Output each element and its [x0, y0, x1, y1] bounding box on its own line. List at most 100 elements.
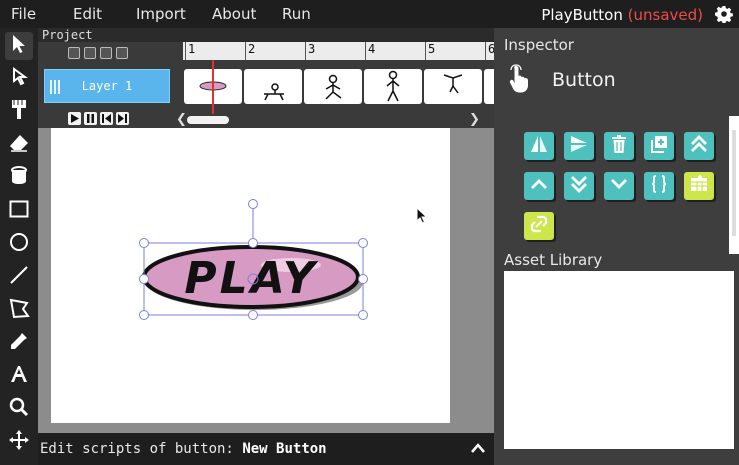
layer-tools	[68, 47, 128, 61]
pan-tool[interactable]	[5, 428, 33, 456]
stage[interactable]: PLAY	[51, 128, 450, 423]
timeline-panel: Project 1 2 3 4 5 6 Layer 1 ❮ ❯	[38, 28, 495, 128]
timeline-header: Project	[38, 28, 494, 42]
pause-icon[interactable]	[84, 112, 97, 125]
ruler-tick	[305, 42, 306, 60]
tool-palette	[0, 28, 38, 465]
move-forward-icon	[529, 174, 549, 198]
frame-thumbnail[interactable]	[364, 69, 422, 104]
break-apart-button[interactable]	[684, 172, 714, 200]
mouse-pointer-icon	[416, 206, 428, 228]
brush-icon	[10, 99, 28, 125]
status-prefix: Edit scripts of button:	[40, 441, 234, 457]
asset-library-title: Asset Library	[504, 251, 603, 269]
selected-object-type: Button	[552, 69, 616, 91]
rectangle-tool[interactable]	[5, 197, 33, 225]
resize-handle[interactable]	[139, 274, 149, 284]
gear-icon[interactable]	[715, 5, 733, 24]
project-name: PlayButton	[541, 6, 623, 24]
zoom-icon	[9, 397, 29, 421]
send-to-back-button[interactable]	[564, 172, 594, 200]
ruler-tick	[245, 42, 246, 60]
next-frame-icon[interactable]	[116, 112, 129, 125]
ruler-tick	[365, 42, 366, 60]
rectangle-icon	[9, 200, 29, 222]
move-backward-icon	[609, 174, 629, 198]
send-to-front-button[interactable]	[684, 132, 714, 160]
unsaved-indicator: (unsaved)	[627, 6, 703, 24]
inspector-title: Inspector	[504, 36, 574, 54]
duplicate-button[interactable]	[644, 132, 674, 160]
menu-about[interactable]: About	[212, 5, 256, 23]
frame-number: 3	[308, 42, 316, 56]
move-forward-button[interactable]	[524, 172, 554, 200]
frame-thumbnail[interactable]	[484, 69, 494, 104]
resize-handle[interactable]	[139, 238, 149, 248]
inspector-scrollbar[interactable]	[729, 116, 739, 254]
rotate-handle[interactable]	[248, 199, 258, 209]
eraser-tool[interactable]	[5, 131, 33, 159]
polygon-tool[interactable]	[5, 296, 33, 324]
resize-handle[interactable]	[358, 274, 368, 284]
flip-horizontal-button[interactable]	[524, 132, 554, 160]
status-bar: Edit scripts of button: New Button	[38, 433, 494, 465]
text-tool[interactable]	[5, 362, 33, 390]
convert-button[interactable]	[524, 212, 554, 240]
eyedropper-tool[interactable]	[5, 329, 33, 357]
frame-thumbnail[interactable]	[244, 69, 302, 104]
onion-skin-icon[interactable]	[100, 47, 112, 59]
send-to-back-icon	[569, 174, 589, 198]
frame-number: 5	[428, 42, 436, 56]
canvas-area[interactable]: PLAY	[38, 128, 494, 433]
line-icon	[9, 265, 29, 289]
frame-number: 2	[248, 42, 256, 56]
delete-icon	[610, 134, 628, 158]
cursor-tool[interactable]	[5, 32, 33, 60]
chevron-up-icon[interactable]	[470, 439, 486, 458]
fill-bucket-tool[interactable]	[5, 164, 33, 192]
menu-run[interactable]: Run	[282, 5, 311, 23]
layer-row[interactable]: Layer 1	[44, 69, 170, 103]
ellipse-icon	[9, 232, 29, 256]
flip-vertical-button[interactable]	[564, 132, 594, 160]
previous-frame-icon[interactable]	[100, 112, 113, 125]
brush-tool[interactable]	[5, 98, 33, 126]
delete-button[interactable]	[604, 132, 634, 160]
play-icon[interactable]	[68, 112, 81, 125]
eraser-icon	[9, 134, 29, 156]
path-cursor-tool[interactable]	[5, 65, 33, 93]
menu-import[interactable]: Import	[136, 5, 186, 23]
resize-handle[interactable]	[248, 310, 258, 320]
polygon-icon	[8, 297, 30, 323]
delete-layer-icon[interactable]	[84, 47, 96, 59]
resize-handle[interactable]	[358, 310, 368, 320]
frame-thumbnail[interactable]	[304, 69, 362, 104]
zoom-tool[interactable]	[5, 395, 33, 423]
move-backward-button[interactable]	[604, 172, 634, 200]
button-name[interactable]: New Button	[242, 441, 326, 457]
frame-ruler[interactable]: 1 2 3 4 5 6	[183, 42, 495, 60]
menu-edit[interactable]: Edit	[73, 5, 102, 23]
flip-horizontal-icon	[529, 134, 549, 158]
play-button-label: PLAY	[184, 253, 318, 304]
frame-thumbnail[interactable]	[424, 69, 482, 104]
pointer-hand-icon	[508, 64, 532, 98]
resize-handle[interactable]	[139, 310, 149, 320]
add-layer-icon[interactable]	[68, 47, 80, 59]
flip-vertical-icon	[569, 134, 589, 158]
layer-options-icon[interactable]	[116, 47, 128, 59]
scroll-left-icon[interactable]: ❮	[176, 112, 187, 127]
project-label: Project	[42, 28, 93, 42]
asset-library-list[interactable]	[504, 271, 734, 449]
timeline-scrollbar[interactable]	[187, 116, 229, 124]
menu-file[interactable]: File	[11, 5, 36, 23]
resize-handle[interactable]	[248, 238, 258, 248]
line-tool[interactable]	[5, 263, 33, 291]
fill-bucket-icon	[10, 166, 28, 190]
convert-icon	[529, 214, 549, 238]
resize-handle[interactable]	[358, 238, 368, 248]
edit-scripts-button[interactable]	[644, 172, 674, 200]
ellipse-tool[interactable]	[5, 230, 33, 258]
playhead[interactable]	[212, 60, 214, 114]
scroll-right-icon[interactable]: ❯	[469, 112, 480, 127]
